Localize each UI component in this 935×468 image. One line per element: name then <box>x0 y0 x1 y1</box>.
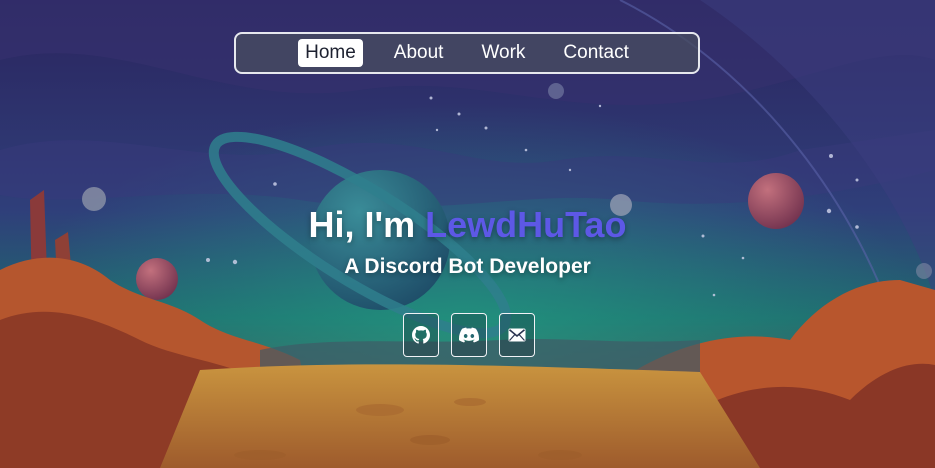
hero-greeting: Hi, I'm <box>308 204 426 245</box>
social-links <box>403 313 535 357</box>
discord-icon <box>459 327 479 343</box>
nav-contact-link[interactable]: Contact <box>556 39 635 67</box>
hero-title: Hi, I'm LewdHuTao <box>0 200 935 250</box>
nav-about-link[interactable]: About <box>387 39 451 67</box>
discord-button[interactable] <box>451 313 487 357</box>
mail-icon <box>508 328 526 342</box>
nav-home-link[interactable]: Home <box>298 39 363 67</box>
github-icon <box>412 326 430 344</box>
hero-name: LewdHuTao <box>425 204 627 245</box>
nav-work-link[interactable]: Work <box>474 39 532 67</box>
hero-subtitle: A Discord Bot Developer <box>344 255 591 278</box>
hero-section: Hi, I'm LewdHuTao A Discord Bot Develope… <box>0 200 935 282</box>
github-button[interactable] <box>403 313 439 357</box>
mail-button[interactable] <box>499 313 535 357</box>
navbar: Home About Work Contact <box>234 32 700 74</box>
